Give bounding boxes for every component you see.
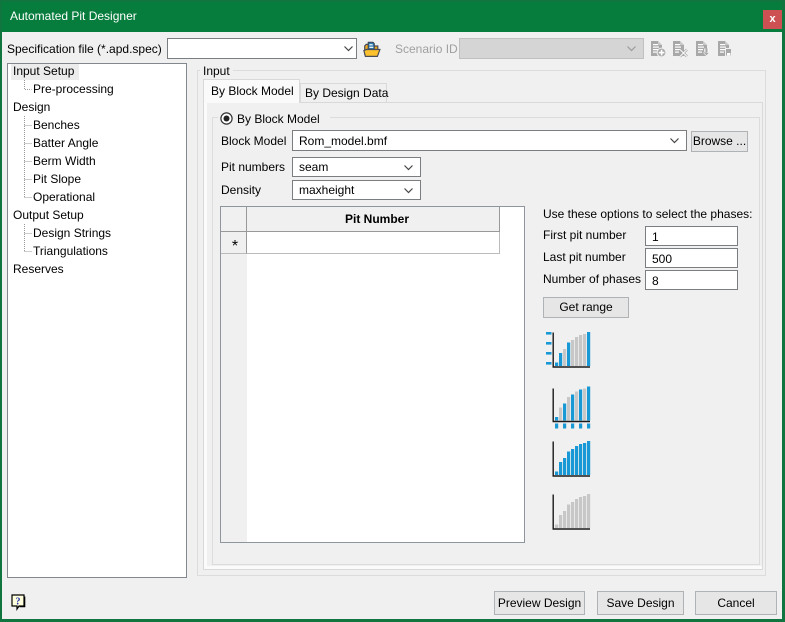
svg-text:?: ? — [16, 597, 21, 608]
